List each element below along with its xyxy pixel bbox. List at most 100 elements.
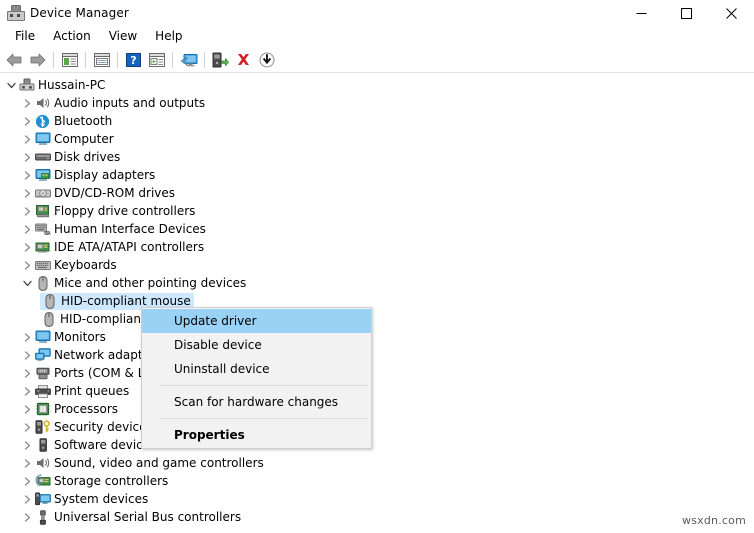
chevron-right-icon[interactable] bbox=[20, 472, 34, 490]
watermark: wsxdn.com bbox=[682, 514, 746, 527]
tree-item-bluetooth[interactable]: Bluetooth bbox=[0, 112, 754, 130]
tree-item-label: Sound, video and game controllers bbox=[54, 456, 264, 470]
computer-node-icon bbox=[18, 77, 35, 93]
system-device-icon bbox=[34, 491, 51, 507]
mouse-icon bbox=[40, 311, 57, 327]
context-menu-item-update-driver[interactable]: Update driver bbox=[142, 309, 371, 333]
tree-item-label: Audio inputs and outputs bbox=[54, 96, 206, 110]
tree-item-dvd-cd-rom-drives[interactable]: DVD/CD-ROM drives bbox=[0, 184, 754, 202]
chevron-right-icon[interactable] bbox=[20, 346, 34, 364]
disable-device-icon[interactable] bbox=[255, 49, 278, 71]
tree-item-mice-and-other-pointing-devices[interactable]: Mice and other pointing devices bbox=[0, 274, 754, 292]
tree-item-monitors[interactable]: Monitors bbox=[0, 328, 754, 346]
chevron-right-icon[interactable] bbox=[20, 364, 34, 382]
display-adapter-icon bbox=[34, 167, 51, 183]
close-button[interactable] bbox=[709, 0, 754, 26]
uninstall-device-icon[interactable] bbox=[232, 49, 255, 71]
show-hidden-devices-icon[interactable] bbox=[58, 49, 81, 71]
back-arrow-icon[interactable] bbox=[3, 49, 26, 71]
chevron-right-icon[interactable] bbox=[20, 184, 34, 202]
toolbar-separator-2 bbox=[85, 51, 86, 68]
monitor-icon bbox=[34, 329, 51, 345]
tree-item-keyboards[interactable]: Keyboards bbox=[0, 256, 754, 274]
tree-item-hid-compliant-mouse-2[interactable]: HID-compliant mouse bbox=[0, 310, 754, 328]
tree-item-computer[interactable]: Computer bbox=[0, 130, 754, 148]
tree-item-print-queues[interactable]: Print queues bbox=[0, 382, 754, 400]
floppy-controller-icon bbox=[34, 203, 51, 219]
tree-item-sound-video-and-game-controllers[interactable]: Sound, video and game controllers bbox=[0, 454, 754, 472]
chevron-right-icon[interactable] bbox=[20, 382, 34, 400]
menu-bar: File Action View Help bbox=[0, 26, 754, 47]
chevron-right-icon[interactable] bbox=[20, 220, 34, 238]
device-manager-icon bbox=[7, 5, 25, 21]
network-adapter-icon bbox=[34, 347, 51, 363]
chevron-right-icon[interactable] bbox=[20, 238, 34, 256]
menu-view[interactable]: View bbox=[100, 27, 146, 46]
forward-arrow-icon[interactable] bbox=[26, 49, 49, 71]
tree-item-floppy-drive-controllers[interactable]: Floppy drive controllers bbox=[0, 202, 754, 220]
menu-help[interactable]: Help bbox=[146, 27, 191, 46]
context-menu-item-properties[interactable]: Properties bbox=[142, 423, 371, 447]
port-icon bbox=[34, 365, 51, 381]
tree-item-system-devices[interactable]: System devices bbox=[0, 490, 754, 508]
chevron-right-icon[interactable] bbox=[20, 202, 34, 220]
tree-item-disk-drives[interactable]: Disk drives bbox=[0, 148, 754, 166]
tree-item-label: Hussain-PC bbox=[38, 78, 106, 92]
tree-item-universal-serial-bus-controllers[interactable]: Universal Serial Bus controllers bbox=[0, 508, 754, 526]
context-menu-item-disable-device[interactable]: Disable device bbox=[142, 333, 371, 357]
maximize-button[interactable] bbox=[664, 0, 709, 26]
tree-item-software-devices[interactable]: Software devices bbox=[0, 436, 754, 454]
context-menu-item-scan-for-hardware-changes[interactable]: Scan for hardware changes bbox=[142, 390, 371, 414]
chevron-right-icon[interactable] bbox=[20, 400, 34, 418]
context-menu-item-uninstall-device[interactable]: Uninstall device bbox=[142, 357, 371, 381]
chevron-right-icon[interactable] bbox=[20, 508, 34, 526]
scan-for-hardware-changes-icon[interactable] bbox=[177, 49, 200, 71]
update-driver-icon[interactable] bbox=[209, 49, 232, 71]
tree-item-ide-ata-atapi-controllers[interactable]: IDE ATA/ATAPI controllers bbox=[0, 238, 754, 256]
security-device-icon bbox=[34, 419, 51, 435]
properties-icon[interactable] bbox=[90, 49, 113, 71]
tree-item-label: DVD/CD-ROM drives bbox=[54, 186, 176, 200]
device-context-menu[interactable]: Update driver Disable device Uninstall d… bbox=[141, 307, 372, 449]
view-devices-icon[interactable] bbox=[145, 49, 168, 71]
tree-item-audio-inputs-and-outputs[interactable]: Audio inputs and outputs bbox=[0, 94, 754, 112]
tree-item-label: Keyboards bbox=[54, 258, 117, 272]
chevron-right-icon[interactable] bbox=[20, 490, 34, 508]
minimize-button[interactable] bbox=[619, 0, 664, 26]
tree-item-label: Processors bbox=[54, 402, 119, 416]
svg-text:?: ? bbox=[130, 54, 136, 67]
chevron-right-icon[interactable] bbox=[20, 94, 34, 112]
tree-item-label: Bluetooth bbox=[54, 114, 113, 128]
chevron-right-icon[interactable] bbox=[20, 148, 34, 166]
menu-file[interactable]: File bbox=[6, 27, 44, 46]
tree-item-processors[interactable]: Processors bbox=[0, 400, 754, 418]
tree-item-label: Storage controllers bbox=[54, 474, 169, 488]
tree-item-hussain-pc[interactable]: Hussain-PC bbox=[0, 76, 754, 94]
chevron-right-icon[interactable] bbox=[20, 130, 34, 148]
help-icon[interactable]: ? bbox=[122, 49, 145, 71]
tree-item-human-interface-devices[interactable]: Human Interface Devices bbox=[0, 220, 754, 238]
title-bar: Device Manager bbox=[0, 0, 754, 26]
tree-item-storage-controllers[interactable]: Storage controllers bbox=[0, 472, 754, 490]
menu-action[interactable]: Action bbox=[44, 27, 100, 46]
tree-item-security-devices[interactable]: Security devices bbox=[0, 418, 754, 436]
chevron-right-icon[interactable] bbox=[20, 454, 34, 472]
chevron-right-icon[interactable] bbox=[20, 436, 34, 454]
chevron-down-icon[interactable] bbox=[20, 274, 34, 292]
tree-item-ports-com-lpt[interactable]: Ports (COM & LPT) bbox=[0, 364, 754, 382]
chevron-right-icon[interactable] bbox=[20, 166, 34, 184]
chevron-down-icon[interactable] bbox=[4, 76, 18, 94]
tree-item-label: IDE ATA/ATAPI controllers bbox=[54, 240, 205, 254]
tree-item-network-adapters[interactable]: Network adapters bbox=[0, 346, 754, 364]
device-tree[interactable]: Hussain-PC Audio inputs and outputs Blue… bbox=[0, 76, 754, 533]
chevron-right-icon[interactable] bbox=[20, 328, 34, 346]
window-controls bbox=[619, 0, 754, 26]
tree-item-hid-compliant-mouse-1[interactable]: HID-compliant mouse bbox=[0, 292, 754, 310]
dvd-drive-icon bbox=[34, 185, 51, 201]
chevron-right-icon[interactable] bbox=[20, 112, 34, 130]
chevron-right-icon[interactable] bbox=[20, 256, 34, 274]
tree-item-display-adapters[interactable]: Display adapters bbox=[0, 166, 754, 184]
toolbar-separator-4 bbox=[172, 51, 173, 68]
monitor-icon bbox=[34, 131, 51, 147]
chevron-right-icon[interactable] bbox=[20, 418, 34, 436]
